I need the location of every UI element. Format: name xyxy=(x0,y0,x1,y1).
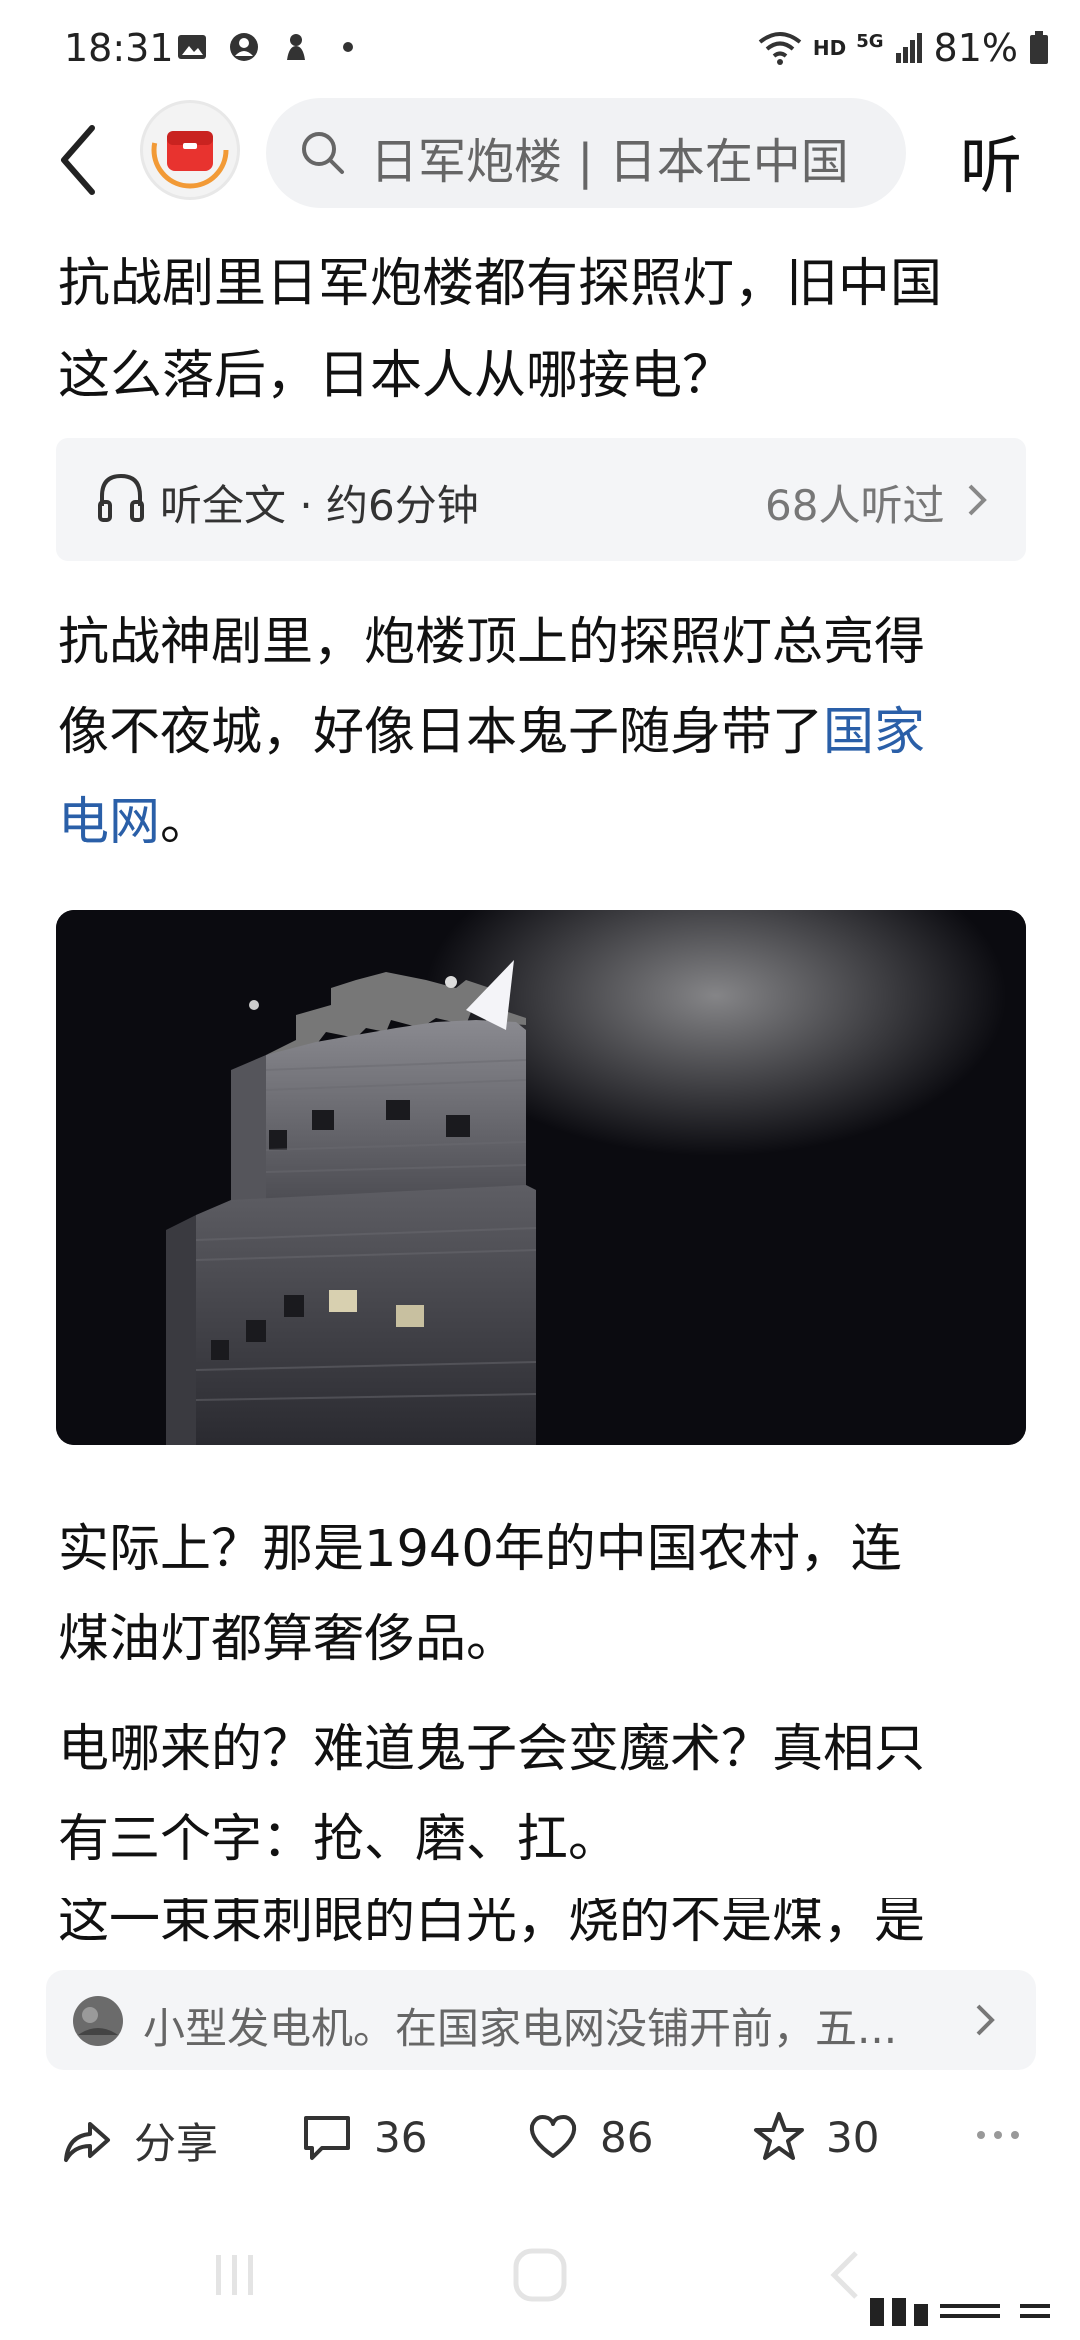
signal-icon xyxy=(895,33,922,63)
title-line-1: 抗战剧里日军炮楼都有探照灯，旧中国 xyxy=(58,254,943,314)
app-logo-icon xyxy=(151,111,229,189)
para4-line1: 这一束束刺眼的白光，烧的不是煤，是 xyxy=(58,1898,926,1950)
network-5g: 5G xyxy=(856,30,884,52)
watermark-icon xyxy=(870,2298,1050,2326)
para2-line2: 煤油灯都算奢侈品。 xyxy=(58,1610,518,1669)
status-bar: 18:31 HD 5G 81% xyxy=(0,0,1080,100)
article-image[interactable] xyxy=(56,910,1026,1445)
related-thumbnail-avatar xyxy=(73,1996,123,2046)
like-count: 86 xyxy=(600,2112,654,2162)
status-time: 18:31 xyxy=(64,26,174,70)
wifi-icon xyxy=(758,32,802,65)
battery-icon xyxy=(1030,31,1048,64)
back-gesture-icon[interactable] xyxy=(820,2245,870,2305)
back-arrow-icon[interactable] xyxy=(50,120,110,200)
paragraph-2: 实际上？那是1940年的中国农村，连 煤油灯都算奢侈品。 xyxy=(58,1505,1028,1685)
para3-line1: 电哪来的？难道鬼子会变魔术？真相只 xyxy=(58,1720,926,1779)
dot-icon xyxy=(343,42,353,52)
recent-apps-icon[interactable] xyxy=(210,2245,260,2305)
paragraph-3: 电哪来的？难道鬼子会变魔术？真相只 有三个字：抢、磨、扛。 xyxy=(58,1705,1028,1885)
search-icon xyxy=(302,132,344,174)
search-query-text: 日军炮楼 | 日本在中国 xyxy=(370,134,849,190)
app-notification-icon xyxy=(287,34,305,60)
headphones-icon xyxy=(98,473,144,522)
like-button[interactable]: 86 xyxy=(526,2110,653,2164)
favorite-count: 30 xyxy=(826,2112,880,2162)
paragraph-1: 抗战神剧里，炮楼顶上的探照灯总亮得 像不夜城，好像日本鬼子随身带了国家 电网。 xyxy=(58,598,1028,868)
comment-icon xyxy=(304,2116,350,2160)
more-options-icon[interactable] xyxy=(975,2125,1021,2145)
listen-button[interactable]: 听 xyxy=(960,115,1022,205)
para1-line2: 像不夜城，好像日本鬼子随身带了国家 xyxy=(58,688,1028,778)
chevron-right-icon xyxy=(968,484,987,516)
article-title: 抗战剧里日军炮楼都有探照灯，旧中国 这么落后，日本人从哪接电？ xyxy=(58,238,1028,422)
related-content-text: 小型发电机。在国家电网没铺开前，五... xyxy=(143,2004,898,2053)
share-icon xyxy=(64,2121,110,2162)
para1-line3: 电网。 xyxy=(58,778,1028,868)
share-button[interactable]: 分享 xyxy=(60,2110,218,2171)
share-label: 分享 xyxy=(134,2119,219,2168)
para1-end: 。 xyxy=(160,793,212,852)
heart-icon xyxy=(529,2115,577,2158)
para1-line1: 抗战神剧里，炮楼顶上的探照灯总亮得 xyxy=(58,613,926,672)
favorite-button[interactable]: 30 xyxy=(752,2110,879,2164)
gallery-icon xyxy=(178,35,206,59)
battery-percent: 81% xyxy=(933,26,1018,70)
star-icon xyxy=(754,2112,804,2160)
status-right-group: HD 5G 81% xyxy=(757,26,1050,70)
para1-line2-text: 像不夜城，好像日本鬼子随身带了 xyxy=(58,703,824,762)
listen-card-count: 68人听过 xyxy=(765,481,945,530)
listen-card-label: 听全文 · 约6分钟 xyxy=(160,481,479,530)
watchtower-image xyxy=(56,910,1026,1445)
title-line-2: 这么落后，日本人从哪接电？ xyxy=(58,346,735,406)
para2-line1: 实际上？那是1940年的中国农村，连 xyxy=(58,1520,902,1579)
status-notification-icons xyxy=(175,30,365,64)
app-logo[interactable] xyxy=(140,100,240,200)
national-grid-link-cont[interactable]: 电网 xyxy=(58,793,160,852)
comment-count: 36 xyxy=(374,2112,428,2162)
home-icon[interactable] xyxy=(510,2245,570,2305)
account-icon xyxy=(230,33,258,61)
national-grid-link[interactable]: 国家 xyxy=(823,703,925,762)
paragraph-4-partial: 这一束束刺眼的白光，烧的不是煤，是 xyxy=(58,1898,1028,1956)
comment-button[interactable]: 36 xyxy=(300,2110,427,2164)
related-chevron-icon xyxy=(976,2004,995,2036)
network-hd: HD xyxy=(812,36,847,60)
para3-line2: 有三个字：抢、磨、扛。 xyxy=(58,1810,620,1869)
